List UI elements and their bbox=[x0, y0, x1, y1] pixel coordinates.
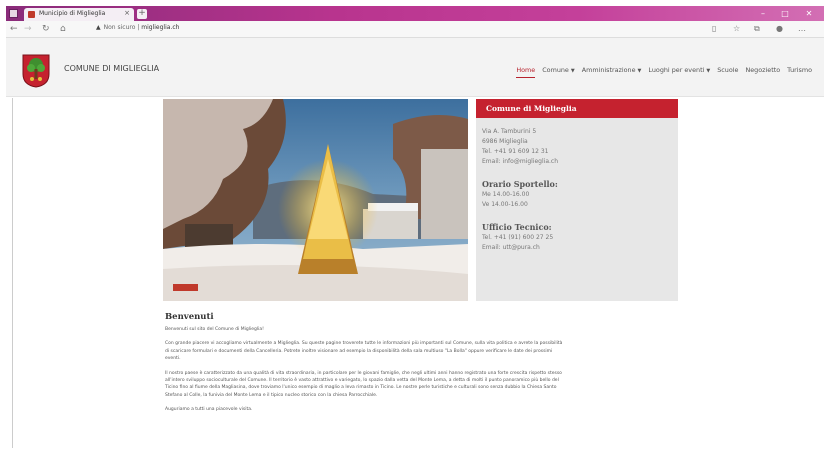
favicon bbox=[28, 11, 35, 18]
more-icon[interactable]: … bbox=[798, 23, 806, 35]
email-link[interactable]: Email: info@miglieglia.ch bbox=[482, 157, 678, 167]
contact-panel: Comune di Miglieglia Via A. Tamburini 5 … bbox=[476, 99, 678, 301]
caret-down-icon: ▼ bbox=[637, 68, 642, 74]
phone-text: Tel. +41 (91) 600 27 25 bbox=[482, 234, 554, 241]
article-paragraph: Benvenuti sul sito del Comune di Miglieg… bbox=[165, 327, 264, 332]
url-field[interactable]: ▲ Non sicuro | miglieglia.ch bbox=[96, 24, 179, 31]
collections-icon[interactable]: ⧉ bbox=[754, 23, 760, 35]
forward-icon[interactable]: → bbox=[24, 23, 32, 35]
title-bar: Municipio di Miglieglia × + – □ ✕ bbox=[6, 6, 824, 21]
email-link[interactable]: Email: utt@pura.ch bbox=[482, 243, 678, 253]
nav-label: Luoghi per eventi bbox=[648, 66, 705, 74]
main-nav: Home Comune ▼ Amministrazione ▼ Luoghi per… bbox=[509, 66, 812, 78]
contact-heading: Comune di Miglieglia bbox=[476, 99, 678, 118]
close-window-icon[interactable]: ✕ bbox=[800, 6, 818, 21]
url-host: miglieglia.ch bbox=[141, 24, 180, 31]
new-tab-button[interactable]: + bbox=[137, 9, 147, 19]
address-line: Via A. Tamburini 5 bbox=[482, 128, 537, 135]
minimize-icon[interactable]: – bbox=[754, 6, 772, 21]
nav-item-amministrazione[interactable]: Amministrazione ▼ bbox=[582, 66, 642, 78]
left-border bbox=[12, 98, 13, 448]
nav-label: Negozietto bbox=[745, 66, 781, 74]
browser-window: Municipio di Miglieglia × + – □ ✕ ← → ↻ … bbox=[6, 6, 824, 450]
nav-label: Amministrazione bbox=[581, 66, 636, 74]
nav-label: Turismo bbox=[787, 66, 812, 74]
hours-line: Me 14.00-16.00 bbox=[482, 191, 530, 198]
article-paragraph: Con grande piacere vi accogliamo virtual… bbox=[165, 341, 563, 362]
nav-label: Scuole bbox=[717, 66, 739, 74]
maximize-icon[interactable]: □ bbox=[776, 6, 794, 21]
hours-line: Ve 14.00-16.00 bbox=[482, 201, 528, 208]
nav-item-home[interactable]: Home bbox=[516, 66, 536, 78]
tab-title: Municipio di Miglieglia bbox=[39, 10, 106, 17]
favorites-icon[interactable]: ☆ bbox=[733, 23, 740, 35]
nav-item-negozietto[interactable]: Negozietto bbox=[745, 66, 780, 78]
sportello-heading: Orario Sportello: bbox=[482, 179, 558, 189]
site-header: COMUNE DI MIGLIEGLIA Home Comune ▼ Ammini… bbox=[6, 38, 824, 97]
nav-label: Home bbox=[516, 66, 536, 74]
reload-icon[interactable]: ↻ bbox=[42, 23, 50, 35]
nav-item-turismo[interactable]: Turismo bbox=[787, 66, 812, 78]
home-icon[interactable]: ⌂ bbox=[60, 23, 66, 35]
address-line: 6986 Miglieglia bbox=[482, 138, 528, 145]
article-paragraph: Auguriamo a tutti una piacevole visita. bbox=[165, 407, 253, 413]
profile-icon[interactable]: ● bbox=[776, 23, 783, 35]
phone-text: Tel. +41 91 609 12 31 bbox=[482, 148, 549, 155]
back-icon[interactable]: ← bbox=[10, 23, 18, 35]
welcome-article: Benvenuti Benvenuti sul sito del Comune … bbox=[165, 312, 565, 421]
url-warning: Non sicuro bbox=[103, 24, 136, 31]
tab-close-icon[interactable]: × bbox=[124, 9, 130, 17]
tecnico-heading: Ufficio Tecnico: bbox=[482, 222, 552, 232]
caret-down-icon: ▼ bbox=[570, 68, 575, 74]
caret-down-icon: ▼ bbox=[706, 68, 711, 74]
nav-item-scuole[interactable]: Scuole bbox=[717, 66, 738, 78]
nav-item-luoghi[interactable]: Luoghi per eventi ▼ bbox=[648, 66, 710, 78]
hero-photo bbox=[163, 99, 468, 301]
article-heading: Benvenuti bbox=[165, 312, 214, 322]
warning-icon: ▲ bbox=[96, 24, 101, 31]
nav-item-comune[interactable]: Comune ▼ bbox=[542, 66, 575, 78]
browser-tab[interactable]: Municipio di Miglieglia × bbox=[24, 8, 134, 21]
coat-of-arms-logo[interactable] bbox=[22, 54, 50, 88]
site-title[interactable]: COMUNE DI MIGLIEGLIA bbox=[64, 64, 159, 73]
article-paragraph: Il nostro paese è caratterizzato da una … bbox=[165, 370, 562, 398]
address-bar: ← → ↻ ⌂ ▲ Non sicuro | miglieglia.ch ▯ ☆ … bbox=[6, 21, 824, 38]
nav-label: Comune bbox=[542, 66, 569, 74]
window-icon[interactable] bbox=[9, 9, 18, 18]
reading-view-icon[interactable]: ▯ bbox=[712, 23, 716, 35]
